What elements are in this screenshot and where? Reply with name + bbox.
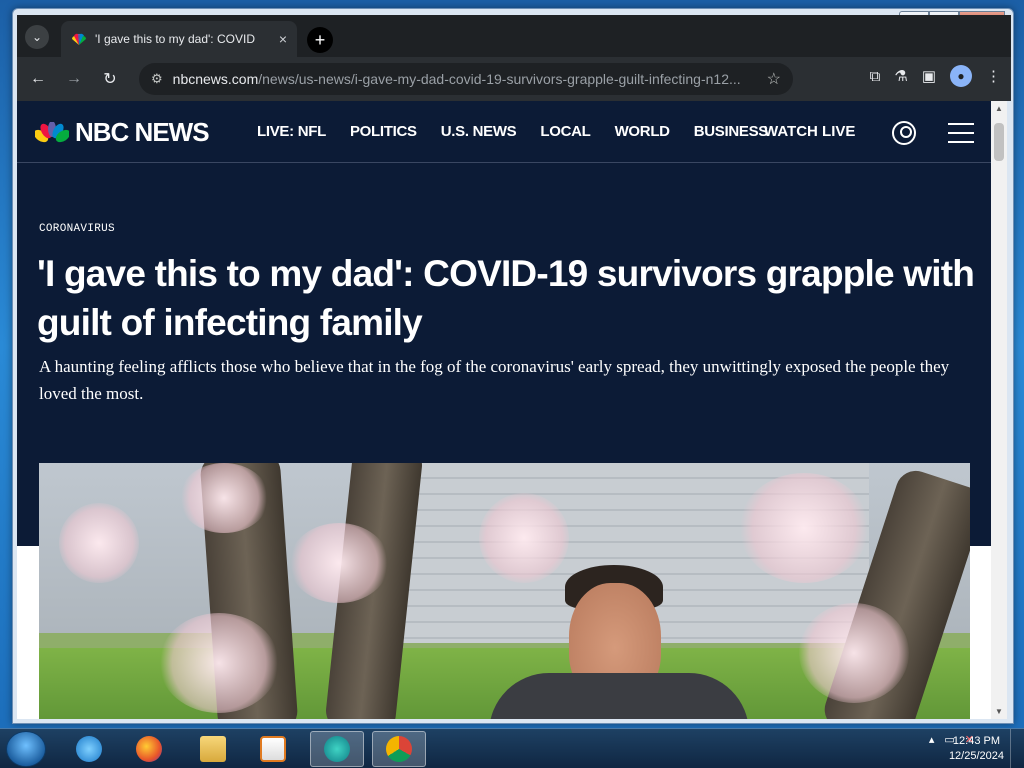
internet-explorer-icon[interactable] [62, 731, 116, 767]
firefox-icon[interactable] [122, 731, 176, 767]
watch-live-link[interactable]: WATCH LIVE [764, 123, 855, 140]
new-tab-button[interactable]: + [307, 27, 333, 53]
bookmark-star-icon[interactable]: ☆ [767, 69, 781, 89]
logo-wordmark: NBC NEWS [75, 117, 210, 147]
file-explorer-icon[interactable] [186, 731, 240, 767]
show-desktop-button[interactable] [1010, 729, 1024, 768]
url-host: nbcnews.com [172, 71, 259, 87]
nav-us-news[interactable]: U.S. NEWS [441, 123, 517, 140]
nbc-favicon-icon [71, 33, 87, 45]
article-headline: 'I gave this to my dad': COVID-19 surviv… [37, 253, 975, 343]
extensions-icon[interactable]: ⧉ [870, 68, 881, 85]
peacock-icon [35, 121, 69, 142]
address-bar[interactable]: ⚙ nbcnews.com /news/us-news/i-gave-my-da… [139, 63, 793, 95]
taskbar: ▴ ▭ ✕ 12:43 PM 12/25/2024 [0, 728, 1024, 768]
page-viewport: NBC NEWS LIVE: NFL POLITICS U.S. NEWS LO… [17, 101, 991, 719]
article-section-label[interactable]: CORONAVIRUS [39, 223, 115, 235]
forward-button[interactable]: → [59, 64, 89, 94]
labs-flask-icon[interactable]: ⚗ [894, 67, 907, 85]
nav-world[interactable]: WORLD [615, 123, 670, 140]
site-header: NBC NEWS LIVE: NFL POLITICS U.S. NEWS LO… [17, 101, 991, 163]
nav-business[interactable]: BUSINESS [694, 123, 769, 140]
clock-date: 12/25/2024 [948, 750, 1004, 762]
scroll-down-icon[interactable]: ▼ [995, 707, 1003, 716]
nbc-news-logo[interactable]: NBC NEWS [35, 117, 210, 148]
media-player-icon[interactable] [246, 731, 300, 767]
scroll-up-icon[interactable]: ▲ [995, 104, 1003, 113]
tab-title: 'I gave this to my dad': COVID [95, 32, 255, 46]
chrome-icon[interactable] [372, 731, 426, 767]
vertical-scrollbar[interactable]: ▲ ▼ [991, 101, 1007, 719]
url-path: /news/us-news/i-gave-my-dad-covid-19-sur… [258, 71, 741, 87]
app-5-icon[interactable] [310, 731, 364, 767]
clock-time: 12:43 PM [952, 735, 1001, 747]
primary-nav: LIVE: NFL POLITICS U.S. NEWS LOCAL WORLD… [257, 123, 768, 140]
browser-toolbar: ← → ↻ ⚙ nbcnews.com /news/us-news/i-gave… [17, 57, 1011, 101]
browser-chrome: ⌄ 'I gave this to my dad': COVID × + ← →… [17, 15, 1011, 101]
browser-window: ▁ □ ✕ ⌄ 'I gave this to my dad': COVID × [12, 8, 1014, 724]
toolbar-actions: ⧉ ⚗ ▣ ● ⋮ [870, 65, 1001, 87]
system-clock[interactable]: 12:43 PM 12/25/2024 [949, 734, 1004, 764]
nav-local[interactable]: LOCAL [540, 123, 590, 140]
reload-button[interactable]: ↻ [95, 64, 125, 94]
tab-search-chevron-icon[interactable]: ⌄ [25, 25, 49, 49]
site-info-icon[interactable]: ⚙ [151, 71, 163, 87]
back-button[interactable]: ← [23, 64, 53, 94]
scrollbar-thumb[interactable] [994, 123, 1004, 161]
side-panel-icon[interactable]: ▣ [922, 67, 936, 85]
show-hidden-icons-icon[interactable]: ▴ [929, 733, 935, 746]
tab-strip: ⌄ 'I gave this to my dad': COVID × + [17, 15, 1011, 57]
start-button[interactable] [6, 731, 46, 767]
hamburger-menu-icon[interactable] [948, 123, 974, 143]
nav-politics[interactable]: POLITICS [350, 123, 417, 140]
article-dek: A haunting feeling afflicts those who be… [39, 357, 950, 403]
account-user-icon[interactable] [892, 121, 916, 145]
close-tab-icon[interactable]: × [279, 31, 287, 47]
profile-avatar-icon[interactable]: ● [950, 65, 972, 87]
menu-kebab-icon[interactable]: ⋮ [986, 67, 1001, 85]
active-tab[interactable]: 'I gave this to my dad': COVID × [61, 21, 297, 57]
nav-live-nfl[interactable]: LIVE: NFL [257, 123, 326, 140]
article-lead-photo [39, 463, 970, 719]
